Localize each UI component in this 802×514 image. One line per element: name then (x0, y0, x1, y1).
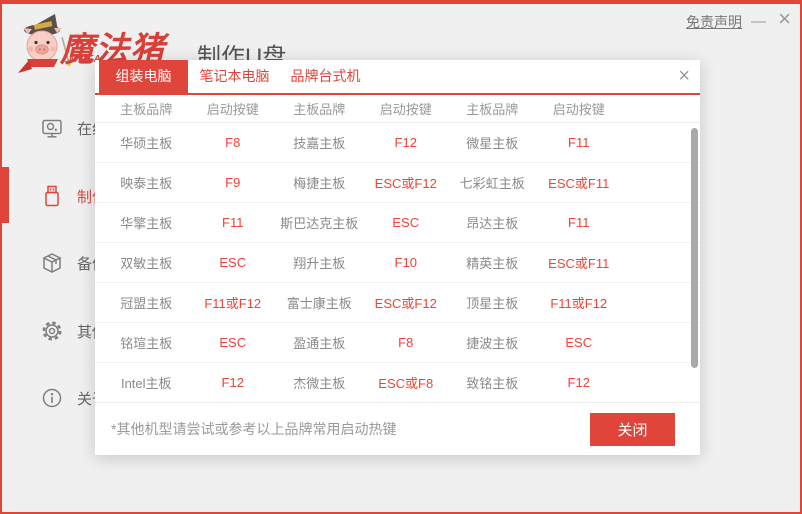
board-brand: 昂达主板 (466, 216, 519, 231)
column-header: 主板品牌 (293, 102, 346, 117)
board-brand: 华擎主板 (120, 216, 173, 231)
backup-box-icon (40, 251, 64, 275)
column-header: 启动按键 (552, 102, 605, 117)
boot-key: F11 (568, 135, 590, 150)
board-brand: Intel主板 (120, 376, 172, 391)
boot-key: F10 (394, 255, 417, 270)
column-header: 主板品牌 (120, 102, 173, 117)
dialog-tab-bar: 组装电脑 笔记本电脑 品牌台式机 × (95, 60, 700, 95)
board-brand: 致铭主板 (466, 376, 519, 391)
boot-key: ESC或F11 (548, 256, 610, 271)
window-close-button[interactable]: × (778, 8, 791, 30)
board-brand: 华硕主板 (120, 136, 173, 151)
boot-key: F11或F12 (204, 296, 262, 311)
board-brand: 顶星主板 (466, 296, 519, 311)
column-header: 主板品牌 (466, 102, 519, 117)
board-brand: 富士康主板 (286, 296, 352, 311)
boot-key: F11 (222, 215, 244, 230)
table-row: Intel主板 F12 杰微主板 ESC或F8 致铭主板 F12 (95, 363, 700, 403)
column-header: 启动按键 (379, 102, 432, 117)
table-row: 双敏主板 ESC 翔升主板 F10 精英主板 ESC或F11 (95, 243, 700, 283)
board-brand: 双敏主板 (120, 256, 173, 271)
table-header-row: 主板品牌 启动按键 主板品牌 启动按键 主板品牌 启动按键 (95, 95, 700, 123)
close-button[interactable]: 关闭 (590, 412, 675, 446)
tab-laptop[interactable]: 笔记本电脑 (190, 60, 279, 93)
board-brand: 盈通主板 (293, 336, 346, 351)
board-brand: 七彩虹主板 (459, 176, 525, 191)
boot-key: ESC (219, 335, 247, 350)
board-brand: 斯巴达克主板 (280, 216, 359, 231)
disclaimer-link[interactable]: 免责声明 (686, 12, 742, 32)
boot-key: ESC或F12 (374, 296, 437, 311)
table-row: 铭瑄主板 ESC 盈通主板 F8 捷波主板 ESC (95, 323, 700, 363)
board-brand: 精英主板 (466, 256, 519, 271)
gear-icon (40, 319, 64, 343)
table-row: 华擎主板 F11 斯巴达克主板 ESC 昂达主板 F11 (95, 203, 700, 243)
boot-key: ESC或F8 (378, 376, 434, 391)
board-brand: 技嘉主板 (293, 136, 346, 151)
board-brand: 翔升主板 (293, 256, 346, 271)
table-row: 冠盟主板 F11或F12 富士康主板 ESC或F12 顶星主板 F11或F12 (95, 283, 700, 323)
boot-key: F12 (221, 375, 244, 390)
monitor-icon (40, 116, 64, 140)
tab-assembled-pc[interactable]: 组装电脑 (99, 60, 188, 93)
dialog-close-icon[interactable]: × (678, 64, 690, 88)
footer-note: *其他机型请尝试或参考以上品牌常用启动热键 (111, 421, 397, 437)
info-icon (40, 386, 64, 410)
table-row: 华硕主板 F8 技嘉主板 F12 微星主板 F11 (95, 123, 700, 163)
minimize-button[interactable]: — (751, 14, 766, 29)
board-brand: 杰微主板 (293, 376, 346, 391)
board-brand: 冠盟主板 (120, 296, 173, 311)
column-header: 启动按键 (206, 102, 259, 117)
boot-key: F12 (567, 375, 590, 390)
tab-brand-desktop[interactable]: 品牌台式机 (281, 60, 370, 93)
boot-key: F9 (225, 175, 241, 190)
app-window: 魔法猪 MOFA 制作U盘 免责声明 — × 在线 制作 备份 其他 关于 组装… (0, 0, 802, 514)
boot-hotkey-dialog: 组装电脑 笔记本电脑 品牌台式机 × 主板品牌 启动按键 主板品牌 启动按键 主… (95, 60, 700, 455)
dialog-footer: *其他机型请尝试或参考以上品牌常用启动热键 关闭 (95, 402, 700, 455)
boot-key: ESC或F11 (548, 176, 610, 191)
boot-key: F8 (225, 135, 241, 150)
board-brand: 微星主板 (466, 136, 519, 151)
table-row: 映泰主板 F9 梅捷主板 ESC或F12 七彩虹主板 ESC或F11 (95, 163, 700, 203)
boot-key: ESC (219, 255, 247, 270)
boot-key: F11或F12 (550, 296, 608, 311)
boot-key: F11 (568, 215, 590, 230)
board-brand: 铭瑄主板 (120, 336, 173, 351)
boot-key: ESC (392, 215, 420, 230)
boot-key: F8 (398, 335, 414, 350)
boot-key: ESC (565, 335, 593, 350)
board-brand: 捷波主板 (466, 336, 519, 351)
board-brand: 映泰主板 (120, 176, 173, 191)
table-scrollbar[interactable] (691, 128, 698, 368)
usb-drive-icon (40, 184, 64, 208)
boot-key: ESC或F12 (374, 176, 437, 191)
board-brand: 梅捷主板 (293, 176, 346, 191)
boot-key: F12 (394, 135, 417, 150)
